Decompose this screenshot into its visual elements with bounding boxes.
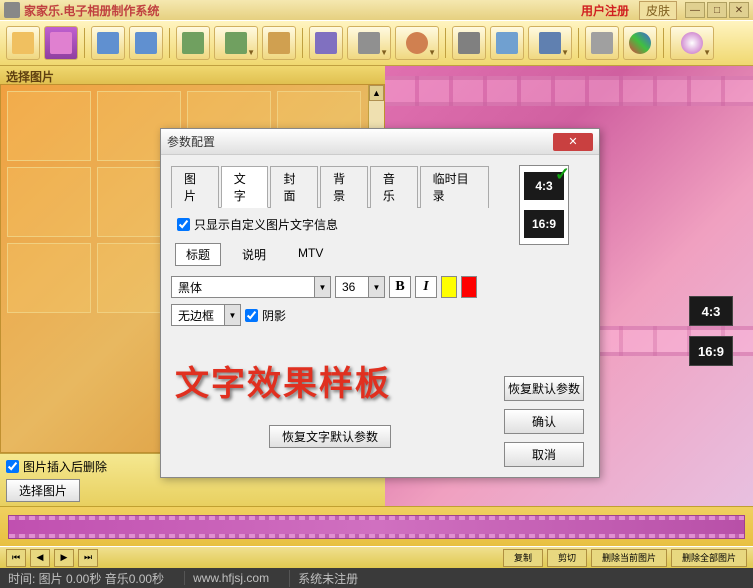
only-custom-label: 只显示自定义图片文字信息	[194, 216, 338, 233]
bb-next[interactable]: ▶	[54, 549, 74, 567]
aspect-169-option[interactable]: 16:9	[524, 210, 564, 238]
app-title: 家家乐.电子相册制作系统	[24, 2, 159, 19]
tool-settings[interactable]	[585, 26, 619, 60]
aspect-43-option[interactable]: 4:3	[524, 172, 564, 200]
color-red[interactable]	[461, 276, 477, 298]
tool-transition[interactable]: ▼	[347, 26, 391, 60]
chevron-down-icon[interactable]: ▼	[224, 305, 240, 325]
aspect-preview: 4:3 16:9	[519, 165, 569, 245]
timeline-track[interactable]	[8, 515, 745, 539]
choose-image-button[interactable]: 选择图片	[6, 479, 80, 502]
skin-button[interactable]: 皮肤	[639, 1, 677, 20]
bb-prev[interactable]: ◀	[30, 549, 50, 567]
subtab-desc[interactable]: 说明	[231, 243, 277, 266]
color-yellow[interactable]	[441, 276, 457, 298]
delete-after-insert-checkbox[interactable]	[6, 460, 19, 473]
tab-bg[interactable]: 背景	[320, 166, 368, 208]
size-combo[interactable]: 36▼	[335, 276, 385, 298]
chevron-down-icon[interactable]: ▼	[368, 277, 384, 297]
bottom-toolbar: ⏮ ◀ ▶ ⏭ 复制 剪切 删除当前图片 删除全部图片	[0, 546, 753, 568]
italic-button[interactable]: I	[415, 276, 437, 298]
tool-disc[interactable]: ▼	[670, 26, 714, 60]
copy-button[interactable]: 复制	[503, 549, 543, 567]
text-preview: 文字效果样板	[175, 356, 489, 405]
cancel-button[interactable]: 取消	[504, 442, 584, 467]
tool-export-dd[interactable]: ▼	[528, 26, 572, 60]
register-link[interactable]: 用户注册	[581, 2, 629, 19]
thumb-cell[interactable]	[7, 91, 91, 161]
maximize-button[interactable]: □	[707, 2, 727, 18]
tool-effect[interactable]	[309, 26, 343, 60]
aspect-169-badge[interactable]: 16:9	[689, 336, 733, 366]
subtab-title[interactable]: 标题	[175, 243, 221, 266]
border-combo[interactable]: 无边框▼	[171, 304, 241, 326]
restore-text-defaults-button[interactable]: 恢复文字默认参数	[269, 425, 391, 448]
bb-first[interactable]: ⏮	[6, 549, 26, 567]
restore-defaults-button[interactable]: 恢复默认参数	[504, 376, 584, 401]
font-combo[interactable]: 黑体▼	[171, 276, 331, 298]
thumb-cell[interactable]	[7, 167, 91, 237]
tool-new[interactable]	[6, 26, 40, 60]
aspect-43-badge[interactable]: 4:3	[689, 296, 733, 326]
filmstrip-top	[385, 76, 753, 106]
tab-cover[interactable]: 封面	[270, 166, 318, 208]
tool-save-all[interactable]	[129, 26, 163, 60]
shadow-checkbox[interactable]	[245, 309, 258, 322]
tool-image-dd[interactable]: ▼	[214, 26, 258, 60]
bb-last[interactable]: ⏭	[78, 549, 98, 567]
timeline	[0, 506, 753, 546]
tab-pic[interactable]: 图片	[171, 166, 219, 208]
left-header: 选择图片	[0, 66, 385, 84]
tab-music[interactable]: 音乐	[370, 166, 418, 208]
statusbar: 时间: 图片 0.00秒 音乐0.00秒 www.hfjsj.com 系统未注册	[0, 568, 753, 588]
tool-folder[interactable]	[262, 26, 296, 60]
tool-export[interactable]	[490, 26, 524, 60]
main-toolbar: ▼ ▼ ▼ ▼ ▼	[0, 20, 753, 66]
tool-open[interactable]	[44, 26, 78, 60]
params-dialog: 参数配置 ✕ 图片 文字 封面 背景 音乐 临时目录 只显示自定义图片文字信息 …	[160, 128, 600, 478]
thumb-cell[interactable]	[7, 243, 91, 313]
tool-save[interactable]	[91, 26, 125, 60]
delete-after-insert-label: 图片插入后删除	[23, 458, 107, 475]
delete-all-button[interactable]: 删除全部图片	[671, 549, 747, 567]
dialog-title: 参数配置	[167, 133, 553, 150]
ok-button[interactable]: 确认	[504, 409, 584, 434]
tool-preview[interactable]	[452, 26, 486, 60]
chevron-down-icon[interactable]: ▼	[314, 277, 330, 297]
tab-text[interactable]: 文字	[221, 166, 269, 208]
status-reg: 系统未注册	[289, 570, 358, 587]
tool-audio[interactable]: ▼	[395, 26, 439, 60]
tool-image[interactable]	[176, 26, 210, 60]
cut-button[interactable]: 剪切	[547, 549, 587, 567]
minimize-button[interactable]: —	[685, 2, 705, 18]
titlebar: 家家乐.电子相册制作系统 用户注册 皮肤 — □ ✕	[0, 0, 753, 20]
bold-button[interactable]: B	[389, 276, 411, 298]
shadow-label: 阴影	[262, 307, 286, 324]
tool-palette[interactable]	[623, 26, 657, 60]
status-site: www.hfjsj.com	[184, 571, 269, 585]
status-time: 时间: 图片 0.00秒 音乐0.00秒	[8, 570, 164, 587]
close-button[interactable]: ✕	[729, 2, 749, 18]
tab-temp[interactable]: 临时目录	[420, 166, 489, 208]
delete-current-button[interactable]: 删除当前图片	[591, 549, 667, 567]
dialog-tabs: 图片 文字 封面 背景 音乐 临时目录	[171, 165, 489, 208]
dialog-close-button[interactable]: ✕	[553, 133, 593, 151]
subtab-mtv[interactable]: MTV	[287, 243, 334, 266]
scroll-up-icon[interactable]: ▲	[369, 85, 384, 101]
app-icon	[4, 2, 20, 18]
only-custom-checkbox[interactable]	[177, 218, 190, 231]
